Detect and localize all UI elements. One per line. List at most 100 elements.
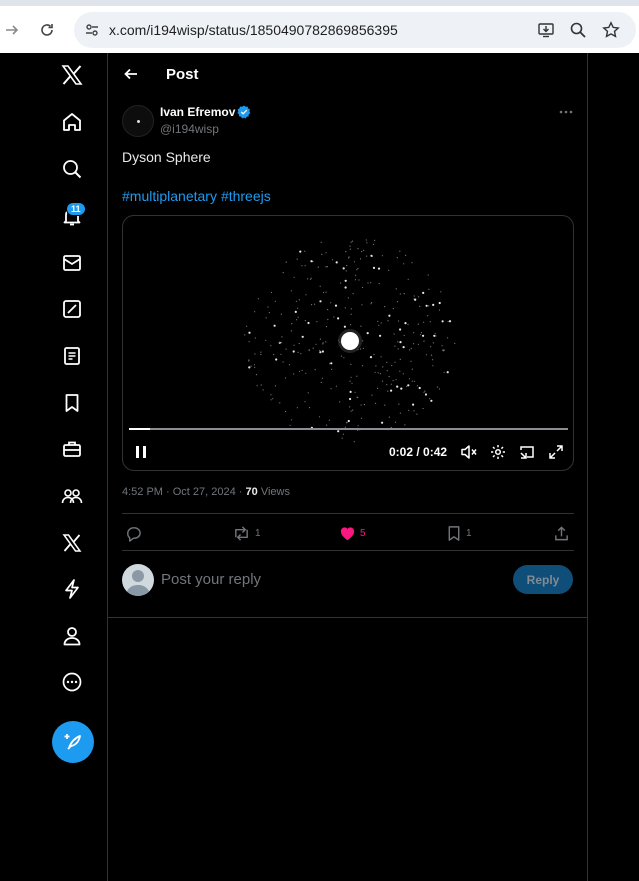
- particle: [318, 416, 321, 418]
- particle: [267, 306, 269, 308]
- particle: [270, 399, 272, 401]
- hashtag-link[interactable]: #threejs: [221, 188, 271, 204]
- reload-icon[interactable]: [35, 18, 59, 42]
- grok-icon[interactable]: [57, 294, 87, 324]
- particle: [350, 410, 352, 412]
- particle: [347, 297, 349, 299]
- reply-action[interactable]: [125, 523, 146, 543]
- address-bar[interactable]: x.com/i194wisp/status/185049078286985639…: [74, 12, 636, 48]
- video-frame: [244, 239, 456, 443]
- bookmarks-icon[interactable]: [57, 388, 87, 418]
- x-logo-icon[interactable]: [57, 60, 87, 90]
- particle: [298, 370, 301, 372]
- particle: [370, 282, 372, 284]
- particle: [320, 241, 322, 243]
- particle: [435, 335, 437, 337]
- install-app-icon[interactable]: [536, 20, 556, 40]
- particle: [268, 312, 270, 314]
- particle: [354, 391, 356, 393]
- particle: [361, 286, 364, 289]
- left-navigation: 11: [0, 53, 108, 881]
- post-timestamp[interactable]: 4:52 PM · Oct 27, 2024 ·: [122, 486, 246, 498]
- particle: [265, 317, 267, 319]
- messages-icon[interactable]: [57, 248, 87, 278]
- particle: [361, 250, 363, 253]
- particle: [339, 401, 341, 403]
- particle: [328, 419, 330, 421]
- site-info-icon[interactable]: [82, 20, 102, 40]
- like-action[interactable]: 5: [339, 523, 366, 543]
- particle: [429, 321, 431, 323]
- more-icon[interactable]: [57, 667, 87, 697]
- particle: [399, 328, 402, 331]
- particle: [390, 383, 392, 385]
- particle: [398, 403, 400, 405]
- author-name[interactable]: Ivan Efremov: [160, 105, 235, 119]
- url-text[interactable]: x.com/i194wisp/status/185049078286985639…: [109, 22, 398, 38]
- video-player[interactable]: 0:02 / 0:42: [122, 215, 574, 471]
- more-options-icon[interactable]: [556, 105, 576, 119]
- particle: [319, 351, 322, 354]
- particle: [356, 375, 358, 377]
- particle: [319, 338, 321, 340]
- author-handle[interactable]: @i194wisp: [160, 122, 219, 136]
- particle: [345, 422, 348, 424]
- particle: [244, 334, 246, 336]
- mute-icon[interactable]: [459, 442, 479, 462]
- particle: [325, 252, 327, 254]
- particle: [288, 364, 291, 366]
- particle: [438, 309, 441, 311]
- heart-filled-icon: [340, 526, 355, 540]
- verified-orgs-icon[interactable]: [57, 574, 87, 604]
- video-progress-bar[interactable]: [129, 428, 568, 430]
- particle: [413, 380, 415, 382]
- particle: [392, 380, 394, 382]
- user-avatar[interactable]: [122, 564, 154, 596]
- particle: [305, 294, 307, 296]
- back-arrow-icon[interactable]: [120, 63, 142, 85]
- particle: [371, 394, 373, 396]
- particle: [335, 385, 337, 387]
- particle: [411, 368, 413, 370]
- particle: [314, 303, 316, 305]
- repost-action[interactable]: 1: [232, 523, 261, 543]
- particle: [340, 282, 342, 284]
- hashtag-link[interactable]: #multiplanetary: [122, 188, 217, 204]
- search-icon[interactable]: [57, 154, 87, 184]
- share-action[interactable]: [553, 523, 570, 543]
- particle: [397, 341, 399, 343]
- author-avatar[interactable]: [122, 105, 154, 137]
- particle: [375, 402, 377, 404]
- jobs-icon[interactable]: [57, 434, 87, 464]
- zoom-icon[interactable]: [568, 20, 588, 40]
- particle: [416, 413, 418, 415]
- particle: [255, 374, 258, 376]
- particle: [387, 390, 389, 392]
- premium-icon[interactable]: [57, 528, 87, 558]
- compose-post-button[interactable]: [52, 721, 94, 763]
- reply-input[interactable]: Post your reply: [161, 571, 261, 588]
- bookmark-star-icon[interactable]: [601, 20, 621, 40]
- communities-icon[interactable]: [57, 481, 87, 511]
- particle: [411, 262, 413, 264]
- reply-button[interactable]: Reply: [513, 565, 573, 594]
- particle: [402, 346, 405, 349]
- picture-in-picture-icon[interactable]: [517, 442, 537, 462]
- particle: [349, 245, 351, 247]
- bookmark-action[interactable]: 1: [446, 523, 472, 543]
- profile-icon[interactable]: [57, 621, 87, 651]
- particle: [432, 359, 434, 361]
- particle: [407, 323, 409, 326]
- lists-icon[interactable]: [57, 341, 87, 371]
- particle: [291, 323, 293, 325]
- particle: [330, 388, 332, 390]
- particle: [340, 355, 343, 357]
- forward-icon[interactable]: [0, 18, 24, 42]
- pause-icon[interactable]: [133, 442, 149, 462]
- particle: [333, 316, 335, 318]
- home-icon[interactable]: [57, 107, 87, 137]
- settings-gear-icon[interactable]: [488, 442, 508, 462]
- particle: [363, 404, 365, 406]
- fullscreen-icon[interactable]: [546, 442, 566, 462]
- notification-badge: 11: [66, 202, 86, 216]
